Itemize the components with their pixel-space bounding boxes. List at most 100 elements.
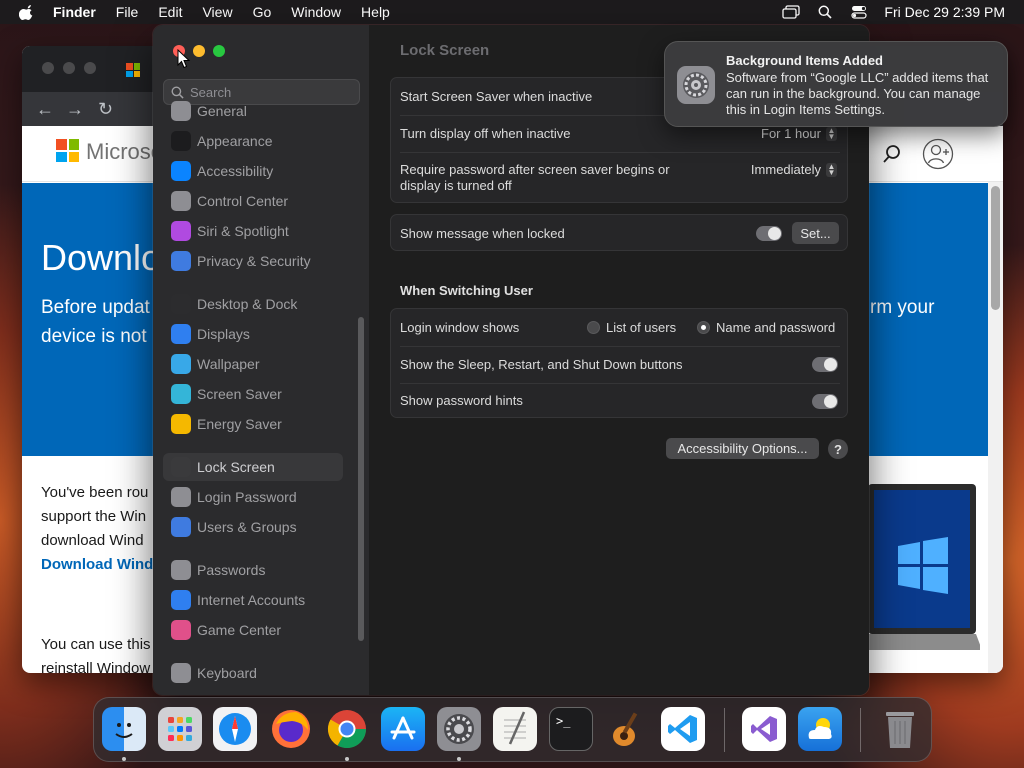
menu-window[interactable]: Window [291, 0, 341, 24]
menu-go[interactable]: Go [253, 0, 272, 24]
sleep-buttons-toggle[interactable] [812, 357, 838, 372]
page-scrollbar[interactable] [988, 182, 1003, 673]
set-message-button[interactable]: Set... [792, 222, 839, 244]
weather-icon[interactable] [798, 707, 842, 751]
row-label: Require password after screen saver begi… [400, 162, 670, 194]
system-settings-icon[interactable] [437, 707, 481, 751]
menu-app-name[interactable]: Finder [53, 0, 96, 24]
sidebar-item-label: Desktop & Dock [197, 296, 298, 312]
help-button[interactable]: ? [828, 439, 848, 459]
sidebar-item-label: Appearance [197, 133, 273, 149]
sidebar-item-control-center[interactable]: Control Center [163, 187, 343, 215]
menu-file[interactable]: File [116, 0, 139, 24]
sidebar-item-users-groups[interactable]: Users & Groups [163, 513, 343, 541]
account-icon[interactable] [922, 138, 954, 170]
menu-edit[interactable]: Edit [158, 0, 182, 24]
launchpad-icon[interactable] [158, 707, 202, 751]
sidebar-item-desktop-dock[interactable]: Desktop & Dock [163, 290, 343, 318]
sidebar-item-label: Screen Saver [197, 386, 282, 402]
browser-minimize-button[interactable] [63, 62, 75, 74]
popup-value: Immediately [750, 162, 821, 177]
back-icon[interactable]: ← [36, 99, 54, 120]
radio-dot-selected [697, 321, 710, 334]
sidebar-item-game-center[interactable]: Game Center [163, 616, 343, 644]
sidebar-item-displays[interactable]: Displays [163, 320, 343, 348]
dock-icon [171, 294, 191, 314]
menu-bar: Finder File Edit View Go Window Help Fri… [0, 0, 1024, 24]
microsoft-logo-icon[interactable] [56, 139, 79, 162]
minimize-button[interactable] [193, 45, 205, 57]
sidebar-item-privacy-security[interactable]: Privacy & Security [163, 247, 343, 275]
firefox-icon[interactable] [269, 707, 313, 751]
switching-user-group: Login window shows List of users Name an… [390, 308, 848, 418]
sidebar-item-login-password[interactable]: Login Password [163, 483, 343, 511]
body-text: You've been rou [41, 484, 149, 501]
show-message-toggle[interactable] [756, 226, 782, 241]
apple-logo-icon[interactable] [19, 4, 35, 20]
sidebar-item-appearance[interactable]: Appearance [163, 127, 343, 155]
sidebar-item-siri-spotlight[interactable]: Siri & Spotlight [163, 217, 343, 245]
spotlight-search-icon[interactable] [816, 4, 834, 20]
radio-list-of-users[interactable]: List of users [587, 320, 676, 335]
notification-banner[interactable]: Background Items Added Software from “Go… [664, 41, 1008, 127]
hero-text: rm your [870, 297, 935, 318]
sidebar-item-label: Users & Groups [197, 519, 297, 535]
safari-icon[interactable] [213, 707, 257, 751]
browser-close-button[interactable] [42, 62, 54, 74]
menu-view[interactable]: View [202, 0, 232, 24]
garageband-icon[interactable] [605, 707, 649, 751]
sidebar-item-label: General [197, 103, 247, 119]
textedit-icon[interactable] [493, 707, 537, 751]
sidebar-item-label: Wallpaper [197, 356, 260, 372]
login-password-icon [171, 487, 191, 507]
sidebar-item-label: Keyboard [197, 665, 257, 681]
app-store-icon[interactable] [381, 707, 425, 751]
screen-mirroring-icon[interactable] [782, 4, 801, 20]
vscode-icon[interactable] [661, 707, 705, 751]
radio-name-and-password[interactable]: Name and password [697, 320, 835, 335]
chevron-up-down-icon: ▲ ▼ [826, 125, 837, 141]
sidebar-item-accessibility[interactable]: Accessibility [163, 157, 343, 185]
password-hints-toggle[interactable] [812, 394, 838, 409]
row-show-message: Show message when locked Set... [391, 215, 849, 252]
row-label: Login window shows [400, 319, 520, 335]
settings-sidebar: General Appearance Accessibility Control Ce… [153, 25, 369, 695]
chrome-icon[interactable] [325, 707, 369, 751]
sidebar-item-energy-saver[interactable]: Energy Saver [163, 410, 343, 438]
row-label-line: Require password after screen saver begi… [400, 162, 670, 177]
sidebar-item-passwords[interactable]: Passwords [163, 556, 343, 584]
sidebar-scrollbar[interactable] [358, 317, 364, 641]
trash-icon[interactable] [878, 707, 922, 751]
at-icon [171, 590, 191, 610]
display-off-popup[interactable]: For 1 hour ▲ ▼ [761, 126, 837, 141]
section-title: When Switching User [400, 283, 533, 298]
download-link[interactable]: Download Wind [41, 556, 153, 573]
body-text: You can use this [41, 636, 151, 653]
terminal-icon[interactable]: >_ [549, 707, 593, 751]
control-center-icon[interactable] [850, 4, 868, 20]
body-text: download Wind [41, 532, 144, 549]
row-label: Show password hints [400, 393, 523, 408]
sidebar-item-wallpaper[interactable]: Wallpaper [163, 350, 343, 378]
menu-help[interactable]: Help [361, 0, 390, 24]
sidebar-item-general[interactable]: General [163, 97, 343, 125]
finder-icon[interactable] [102, 707, 146, 751]
sidebar-item-screen-saver[interactable]: Screen Saver [163, 380, 343, 408]
zoom-button[interactable] [213, 45, 225, 57]
forward-icon[interactable]: → [66, 99, 84, 120]
reload-icon[interactable]: ↻ [98, 99, 113, 120]
visual-studio-icon[interactable] [742, 707, 786, 751]
menu-bar-clock[interactable]: Fri Dec 29 2:39 PM [884, 4, 1005, 20]
scrollbar-thumb[interactable] [991, 186, 1000, 310]
site-logo-text[interactable]: Microso [86, 139, 163, 165]
appearance-icon [171, 131, 191, 151]
browser-zoom-button[interactable] [84, 62, 96, 74]
site-search-icon[interactable] [882, 144, 902, 164]
sidebar-item-internet-accounts[interactable]: Internet Accounts [163, 586, 343, 614]
sidebar-item-lock-screen[interactable]: Lock Screen [163, 453, 343, 481]
battery-icon [171, 414, 191, 434]
accessibility-options-button[interactable]: Accessibility Options... [666, 438, 819, 459]
sidebar-item-keyboard[interactable]: Keyboard [163, 659, 343, 687]
notification-title: Background Items Added [726, 53, 883, 68]
require-password-popup[interactable]: Immediately ▲ ▼ [751, 162, 837, 177]
